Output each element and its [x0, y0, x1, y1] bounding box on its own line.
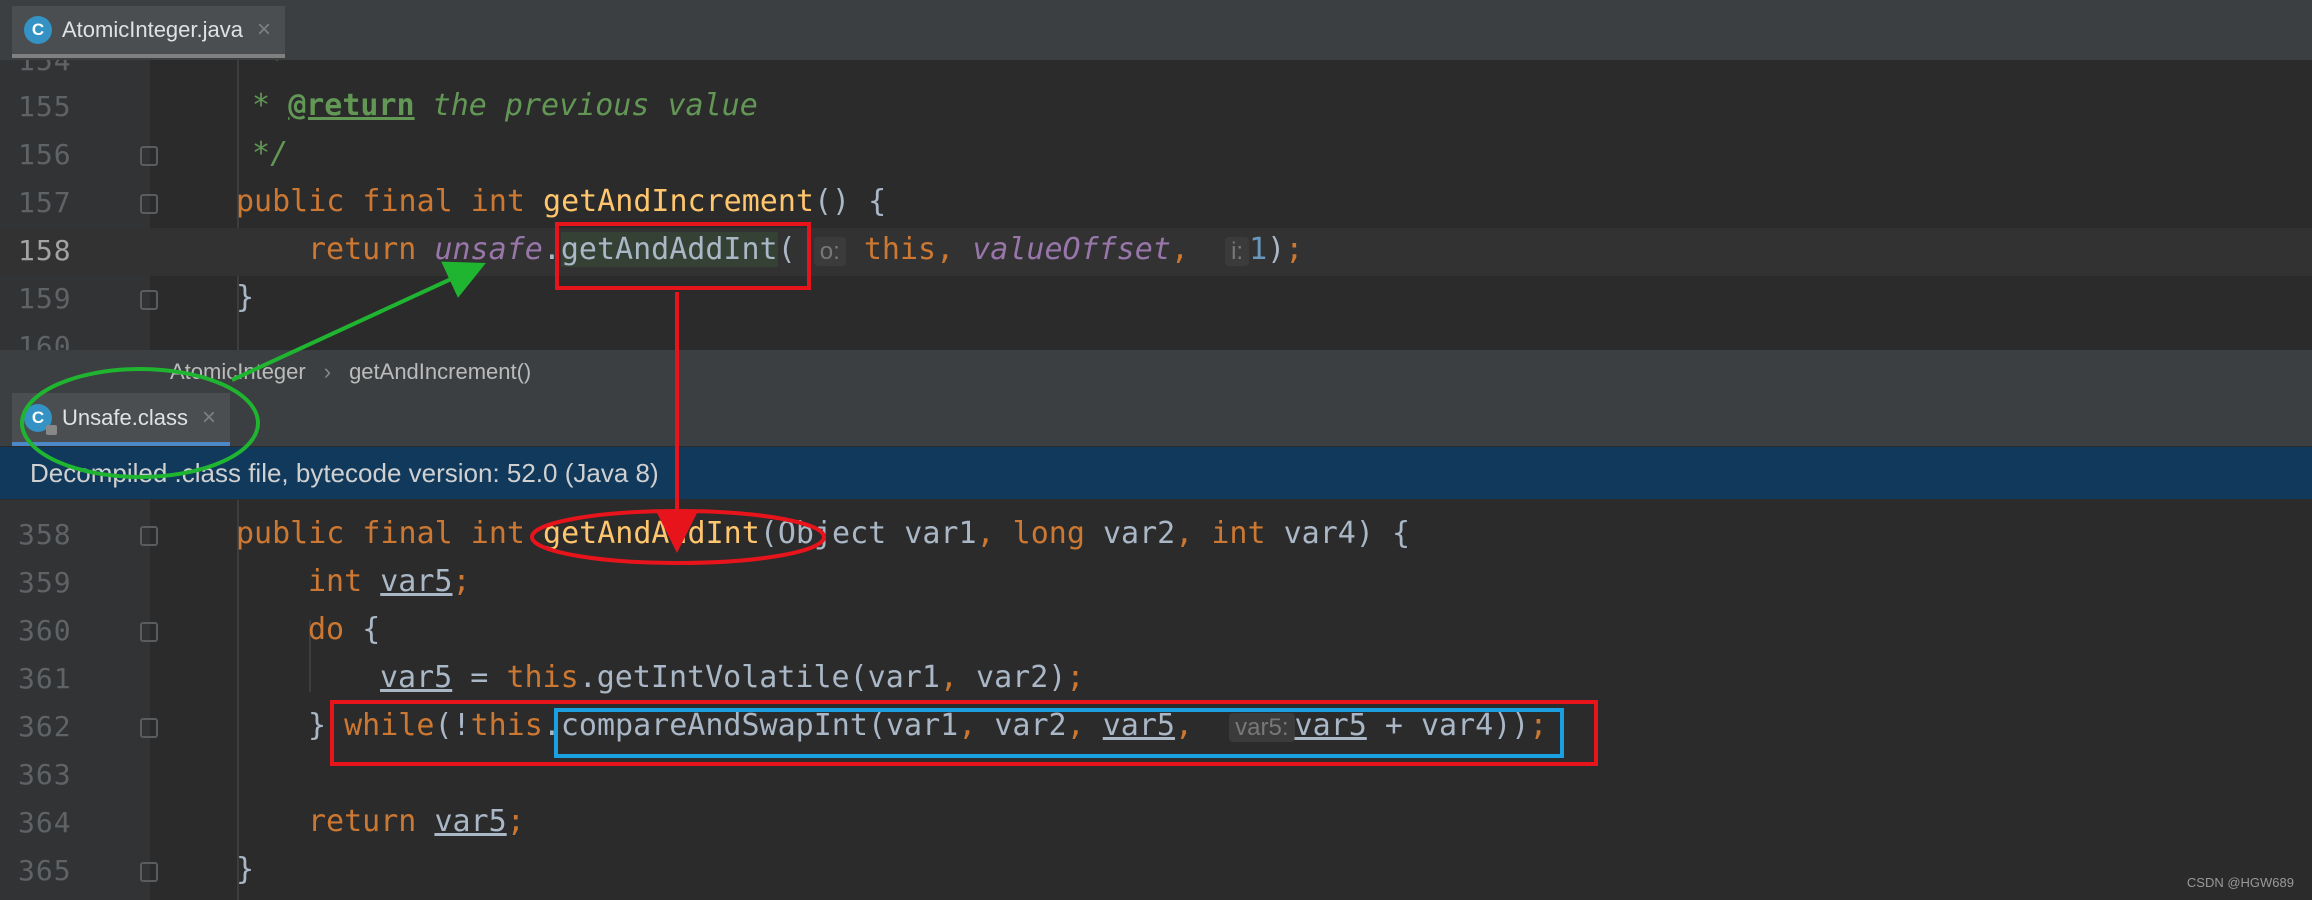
annotation-green-ellipse: [20, 367, 260, 479]
watermark: CSDN @HGW689: [2186, 875, 2294, 890]
annotation-green-arrow: [231, 261, 486, 382]
annotation-overlay: [20, 261, 826, 565]
